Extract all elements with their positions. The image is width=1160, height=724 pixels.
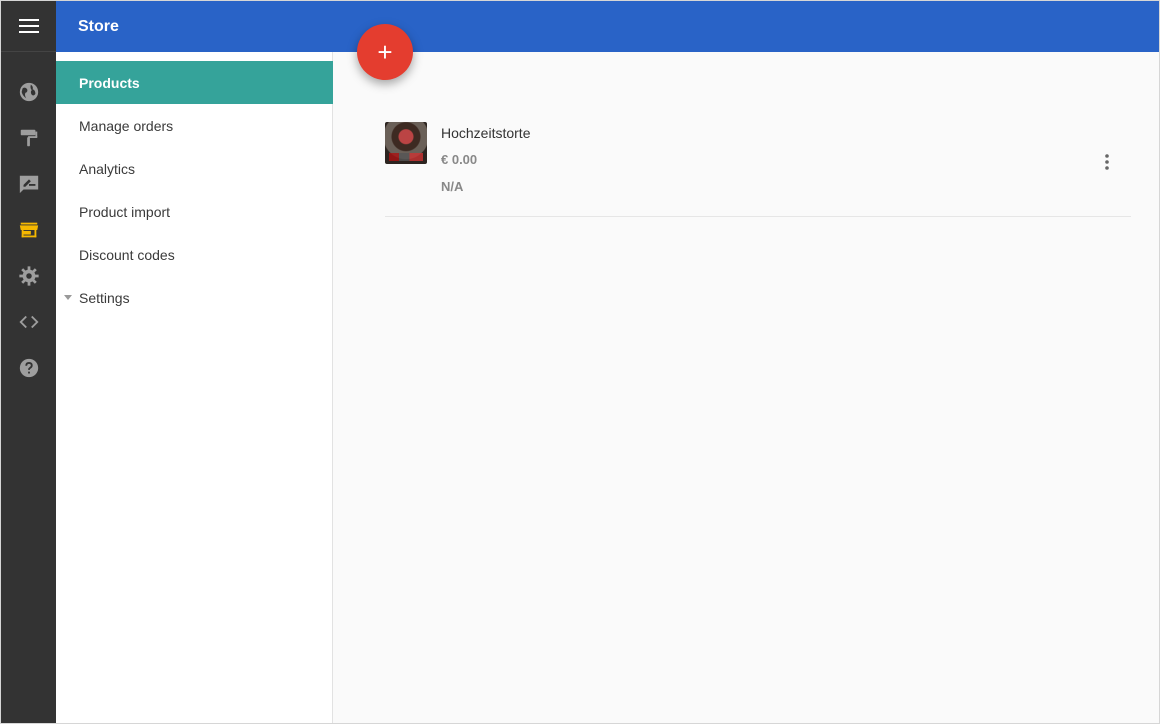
more-vert-icon <box>1105 154 1109 170</box>
more-options-button[interactable] <box>1097 150 1117 174</box>
sidebar-item-settings[interactable]: Settings <box>56 276 333 319</box>
rail-item-globe[interactable] <box>1 69 56 115</box>
store-icon <box>19 222 38 238</box>
main-content: Hochzeitstorte € 0.00 N/A <box>333 52 1159 723</box>
add-product-button[interactable]: + <box>357 24 413 80</box>
menu-icon <box>18 19 39 33</box>
rail-item-help[interactable] <box>1 345 56 391</box>
rail-item-store[interactable] <box>1 207 56 253</box>
sidebar-item-analytics[interactable]: Analytics <box>56 147 333 190</box>
sidebar-item-manage-orders[interactable]: Manage orders <box>56 104 333 147</box>
rail-item-design[interactable] <box>1 115 56 161</box>
help-icon <box>19 358 38 378</box>
product-thumbnail <box>385 122 427 164</box>
page-title: Store <box>78 18 119 35</box>
menu-button[interactable] <box>1 1 56 52</box>
top-app-bar: Store <box>56 1 1159 52</box>
sidebar-item-label: Discount codes <box>79 246 175 263</box>
product-name: Hochzeitstorte <box>441 125 531 141</box>
product-price: € 0.00 <box>441 152 478 167</box>
rail-item-code[interactable] <box>1 299 56 345</box>
caret-down-icon <box>64 295 72 300</box>
sidebar-item-product-import[interactable]: Product import <box>56 190 333 233</box>
store-sidebar: Products Manage orders Analytics Product… <box>56 52 333 723</box>
code-icon <box>18 315 39 329</box>
sidebar-item-label: Analytics <box>79 160 136 177</box>
rail-item-settings[interactable] <box>1 253 56 299</box>
sidebar-item-products[interactable]: Products <box>56 61 333 104</box>
app-window: Store Products Manage orders Analytics P… <box>0 0 1160 724</box>
gear-icon <box>18 266 39 286</box>
sidebar-item-label: Product import <box>79 203 171 220</box>
sidebar-item-label: Settings <box>79 289 130 306</box>
plus-icon: + <box>377 36 393 67</box>
edit-note-icon <box>19 175 38 194</box>
list-item[interactable]: Hochzeitstorte € 0.00 N/A <box>385 116 1131 217</box>
sidebar-item-label: Products <box>79 74 140 91</box>
product-stock: N/A <box>441 179 464 194</box>
rail-item-content[interactable] <box>1 161 56 207</box>
globe-icon <box>19 82 38 102</box>
icon-rail <box>1 1 56 723</box>
sidebar-item-label: Manage orders <box>79 117 174 134</box>
paint-roller-icon <box>20 129 37 147</box>
sidebar-item-discount-codes[interactable]: Discount codes <box>56 233 333 276</box>
